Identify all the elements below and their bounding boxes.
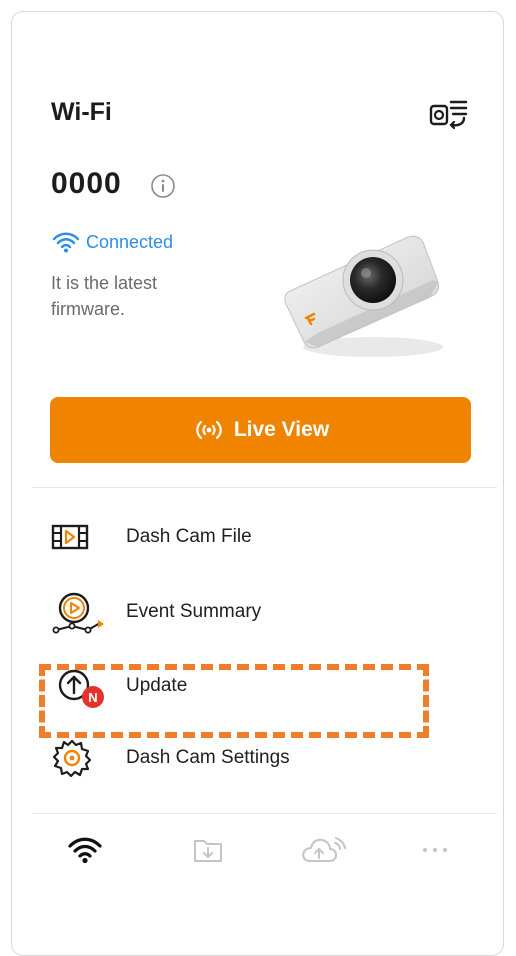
menu-item-update[interactable]: N Update <box>50 664 470 708</box>
menu-item-dash-cam-settings[interactable]: Dash Cam Settings <box>50 736 470 780</box>
new-badge: N <box>82 686 104 708</box>
wifi-icon <box>68 837 102 864</box>
page-title: Wi-Fi <box>51 98 112 126</box>
menu-item-label: Update <box>126 675 188 696</box>
status-text: Connected <box>86 231 174 252</box>
menu-item-event-summary[interactable]: Event Summary <box>50 590 470 634</box>
folder-download-icon <box>194 840 222 862</box>
dash-cam-image <box>278 222 448 362</box>
wifi-status-icon <box>52 232 80 253</box>
bottom-navigation <box>40 825 480 875</box>
more-icon <box>423 848 447 852</box>
firmware-message: It is the latest firmware. <box>51 273 158 319</box>
main-panel <box>11 11 504 956</box>
live-view-label: Live View <box>233 418 330 441</box>
info-icon[interactable] <box>150 173 176 199</box>
menu-item-label: Dash Cam File <box>126 526 252 547</box>
menu-item-dash-cam-file[interactable]: Dash Cam File <box>50 515 470 559</box>
film-icon <box>50 515 106 559</box>
event-play-icon <box>50 590 106 634</box>
menu-item-label: Dash Cam Settings <box>126 747 290 768</box>
upload-arrow-icon: N <box>50 664 106 708</box>
cloud-upload-icon <box>302 837 346 862</box>
menu-item-label: Event Summary <box>126 601 262 622</box>
device-name: 0000 <box>51 167 122 200</box>
gear-icon <box>50 736 106 780</box>
nav-wifi[interactable] <box>55 825 115 875</box>
nav-more[interactable] <box>405 825 465 875</box>
connection-status: Connected <box>52 229 173 255</box>
device-switch-icon[interactable] <box>428 97 468 130</box>
divider <box>32 487 497 488</box>
nav-downloads[interactable] <box>178 825 238 875</box>
broadcast-icon <box>195 420 222 440</box>
nav-cloud[interactable] <box>295 825 355 875</box>
live-view-button[interactable]: Live View <box>50 397 471 463</box>
divider <box>32 813 497 814</box>
